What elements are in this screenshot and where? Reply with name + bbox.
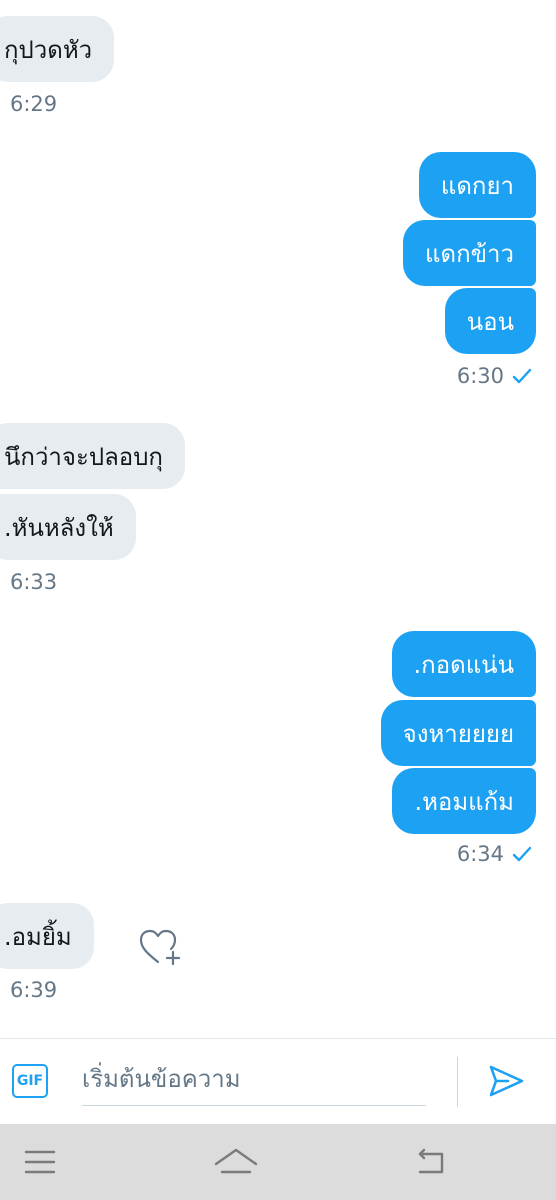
home-icon[interactable] <box>212 1142 260 1182</box>
incoming-message-bubble[interactable]: นึกว่าจะปลอบกุ <box>0 423 185 489</box>
message-timestamp: 6:29 <box>10 92 58 116</box>
gif-button[interactable]: GIF <box>12 1064 48 1098</box>
message-timestamp: 6:33 <box>10 570 58 594</box>
message-timestamp: 6:39 <box>10 978 58 1002</box>
message-thread: กุปวดหัว 6:29 แดกยา แดกข้าว นอน 6:30 นึก… <box>0 0 556 1038</box>
outgoing-message-bubble[interactable]: นอน <box>444 288 536 354</box>
back-icon[interactable] <box>412 1142 452 1182</box>
composer-divider <box>457 1057 458 1107</box>
incoming-message-bubble[interactable]: .หันหลังให้ <box>0 494 136 560</box>
check-icon <box>512 846 532 862</box>
message-composer: GIF <box>0 1038 556 1124</box>
system-nav-bar <box>0 1124 556 1200</box>
message-input[interactable] <box>82 1053 426 1106</box>
send-icon[interactable] <box>486 1061 526 1101</box>
message-timestamp: 6:30 <box>456 364 504 388</box>
message-timestamp: 6:34 <box>456 842 504 866</box>
message-timestamp-row: 6:34 <box>457 842 532 866</box>
heart-plus-icon[interactable] <box>138 928 184 968</box>
outgoing-message-bubble[interactable]: แดกข้าว <box>403 220 536 286</box>
outgoing-message-bubble[interactable]: .กอดแน่น <box>391 631 536 697</box>
menu-icon[interactable] <box>20 1142 60 1182</box>
message-timestamp-row: 6:30 <box>457 364 532 388</box>
check-icon <box>512 368 532 384</box>
outgoing-message-bubble[interactable]: แดกยา <box>418 152 536 218</box>
outgoing-message-bubble[interactable]: จงหายยยย <box>380 700 536 766</box>
incoming-message-bubble[interactable]: กุปวดหัว <box>0 16 115 82</box>
incoming-message-bubble[interactable]: .อมยิ้ม <box>0 903 94 969</box>
outgoing-message-bubble[interactable]: .หอมแก้ม <box>392 768 536 834</box>
